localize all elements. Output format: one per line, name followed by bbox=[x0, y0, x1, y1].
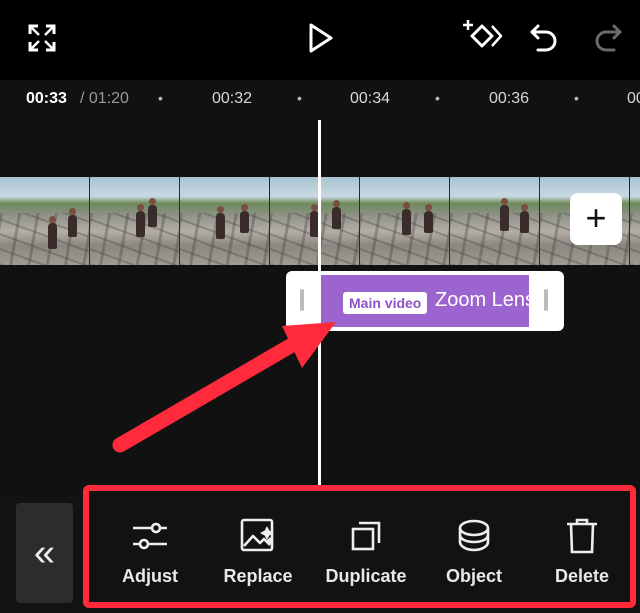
tool-label: Adjust bbox=[122, 566, 178, 586]
tool-label: Duplicate bbox=[325, 566, 407, 586]
video-thumbnail bbox=[630, 177, 640, 265]
ruler-dot: • bbox=[158, 90, 163, 106]
trash-icon bbox=[562, 516, 602, 556]
adjust-button[interactable]: Adjust bbox=[100, 516, 200, 587]
clip-right-handle[interactable] bbox=[544, 289, 548, 311]
ruler-tick-label: 00 bbox=[627, 90, 640, 107]
ruler-tick-label: 00:32 bbox=[212, 90, 253, 107]
time-ruler: 00:33 / 01:20 • 00:32 • 00:34 • 00:36 • … bbox=[0, 80, 640, 120]
keyframe-icon[interactable] bbox=[460, 16, 504, 56]
ruler-dot: • bbox=[435, 90, 440, 106]
playhead[interactable] bbox=[318, 120, 321, 485]
tool-label: Object bbox=[445, 566, 502, 586]
video-thumbnail bbox=[180, 177, 270, 265]
ruler-dot: • bbox=[297, 90, 302, 106]
current-time: 00:33 bbox=[26, 90, 67, 107]
video-thumbnail bbox=[0, 177, 90, 265]
play-icon[interactable] bbox=[302, 20, 338, 56]
collapse-button[interactable]: « bbox=[16, 503, 73, 603]
main-video-tag: Main video bbox=[343, 292, 428, 314]
object-button[interactable]: Object bbox=[424, 516, 524, 587]
undo-icon[interactable] bbox=[526, 20, 562, 56]
duplicate-icon bbox=[346, 516, 386, 556]
clip-title: Zoom Lens bbox=[435, 289, 529, 311]
ruler-tick-label: 00:36 bbox=[489, 90, 530, 107]
video-thumbnail bbox=[450, 177, 540, 265]
sliders-icon bbox=[130, 516, 170, 556]
tool-label: Delete bbox=[554, 566, 610, 586]
ruler-dot: • bbox=[574, 90, 579, 106]
cylinder-icon bbox=[454, 516, 494, 556]
selected-text-clip[interactable]: Main video Zoom Lens bbox=[286, 271, 564, 331]
tool-list: Adjust Replace Duplicate Object Delete bbox=[96, 490, 636, 613]
fullscreen-icon[interactable] bbox=[26, 22, 58, 54]
duplicate-button[interactable]: Duplicate bbox=[316, 516, 416, 587]
redo-icon[interactable] bbox=[590, 20, 626, 56]
replace-button[interactable]: Replace bbox=[208, 516, 308, 587]
clip-body[interactable]: Main video Zoom Lens bbox=[321, 275, 529, 327]
add-clip-button[interactable]: + bbox=[570, 193, 622, 245]
replace-image-icon bbox=[238, 516, 278, 556]
clip-left-handle[interactable] bbox=[300, 289, 304, 311]
total-duration: / 01:20 bbox=[80, 90, 129, 107]
video-thumbnail bbox=[90, 177, 180, 265]
tool-label: Replace bbox=[223, 566, 293, 586]
video-thumbnail bbox=[270, 177, 360, 265]
video-thumbnail bbox=[360, 177, 450, 265]
delete-button[interactable]: Delete bbox=[532, 516, 632, 587]
ruler-tick-label: 00:34 bbox=[350, 90, 391, 107]
